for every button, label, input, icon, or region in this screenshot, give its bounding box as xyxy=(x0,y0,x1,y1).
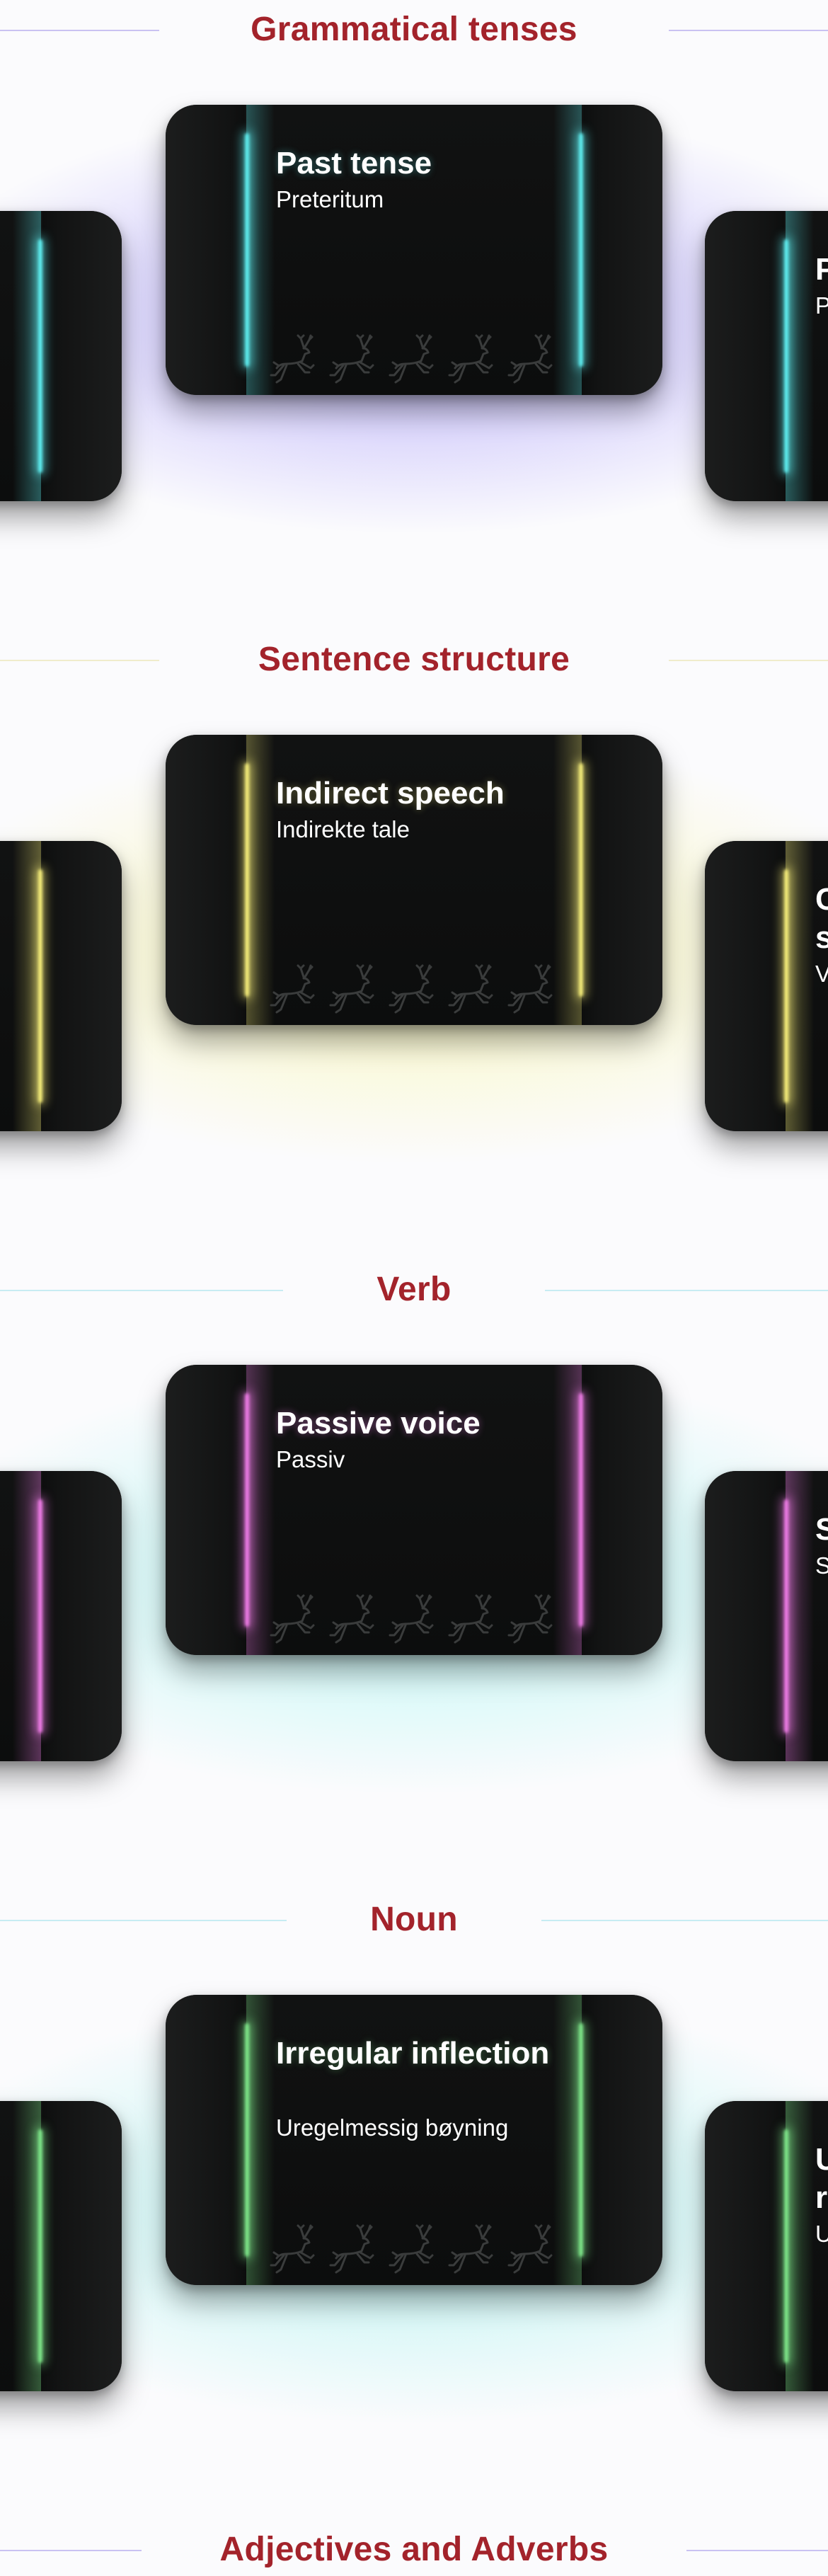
topic-card-previous[interactable] xyxy=(0,211,122,501)
topic-card-current[interactable]: Indirect speech Indirekte tale xyxy=(166,735,662,1025)
leaping-deer-icon xyxy=(328,963,380,1019)
leaping-deer-icon xyxy=(387,1593,439,1649)
leaping-deer-icon xyxy=(387,963,439,1019)
topic-card-previous[interactable] xyxy=(0,1471,122,1761)
card-subtitle: V xyxy=(815,961,828,987)
leaping-deer-icon xyxy=(268,963,321,1019)
leaping-deer-icon xyxy=(328,333,380,389)
leaping-deer-icon xyxy=(268,1593,321,1649)
card-subtitle: Passiv xyxy=(276,1446,345,1472)
topic-card-next[interactable]: U r U xyxy=(705,2101,828,2391)
section-title: Sentence structure xyxy=(258,641,570,678)
leaping-deer-icon xyxy=(506,1593,558,1649)
leaping-deer-icon xyxy=(447,2223,499,2279)
leaping-deer-icon xyxy=(328,1593,380,1649)
card-title: Indirect speech xyxy=(276,776,505,811)
topic-carousel-page: Grammatical tenses Past tense Preteritum xyxy=(0,0,828,2576)
section-title: Grammatical tenses xyxy=(251,11,577,48)
section-title: Verb xyxy=(376,1271,452,1308)
leaping-deer-icon xyxy=(447,333,499,389)
section-title: Adjectives and Adverbs xyxy=(219,2531,609,2568)
leaping-deer-icon xyxy=(447,1593,499,1649)
card-title: P xyxy=(815,252,828,287)
card-title: S xyxy=(815,1512,828,1547)
topic-card-next[interactable]: P P xyxy=(705,211,828,501)
card-title: Past tense xyxy=(276,146,432,181)
card-subtitle: Preteritum xyxy=(276,186,384,212)
leaping-deer-icon xyxy=(387,2223,439,2279)
leaping-deer-icon xyxy=(387,333,439,389)
topic-card-previous[interactable] xyxy=(0,841,122,1131)
leaping-deer-icon xyxy=(506,333,558,389)
card-title: C s xyxy=(815,882,828,955)
card-subtitle: Uregelmessig bøyning xyxy=(276,2114,509,2141)
leaping-deer-icon xyxy=(447,963,499,1019)
deer-decoration xyxy=(268,1593,558,1649)
deer-decoration xyxy=(268,333,558,389)
section-sentence-structure: Sentence structure Indirect speech Indir… xyxy=(0,630,828,1260)
topic-card-current[interactable]: Past tense Preteritum xyxy=(166,105,662,395)
card-title: U r xyxy=(815,2142,828,2215)
card-title: Passive voice xyxy=(276,1406,481,1441)
topic-card-previous[interactable] xyxy=(0,2101,122,2391)
topic-card-next[interactable]: S S xyxy=(705,1471,828,1761)
card-subtitle: P xyxy=(815,292,828,319)
section-title: Noun xyxy=(370,1901,458,1938)
card-title: Irregular inflection xyxy=(276,2036,550,2071)
leaping-deer-icon xyxy=(328,2223,380,2279)
leaping-deer-icon xyxy=(506,2223,558,2279)
card-subtitle: Indirekte tale xyxy=(276,816,410,842)
card-subtitle: S xyxy=(815,1552,828,1579)
section-adjectives-and-adverbs: Adjectives and Adverbs xyxy=(0,2520,828,2576)
topic-card-current[interactable]: Passive voice Passiv xyxy=(166,1365,662,1655)
topic-card-current[interactable]: Irregular inflection Uregelmessig bøynin… xyxy=(166,1995,662,2285)
leaping-deer-icon xyxy=(268,333,321,389)
deer-decoration xyxy=(268,963,558,1019)
deer-decoration xyxy=(268,2223,558,2279)
section-grammatical-tenses: Grammatical tenses Past tense Preteritum xyxy=(0,0,828,630)
leaping-deer-icon xyxy=(506,963,558,1019)
leaping-deer-icon xyxy=(268,2223,321,2279)
section-noun: Noun Irregular inflection Uregelmessig b… xyxy=(0,1890,828,2520)
topic-card-next[interactable]: C s V xyxy=(705,841,828,1131)
card-subtitle: U xyxy=(815,2221,828,2247)
section-verb: Verb Passive voice Passiv S S xyxy=(0,1260,828,1890)
